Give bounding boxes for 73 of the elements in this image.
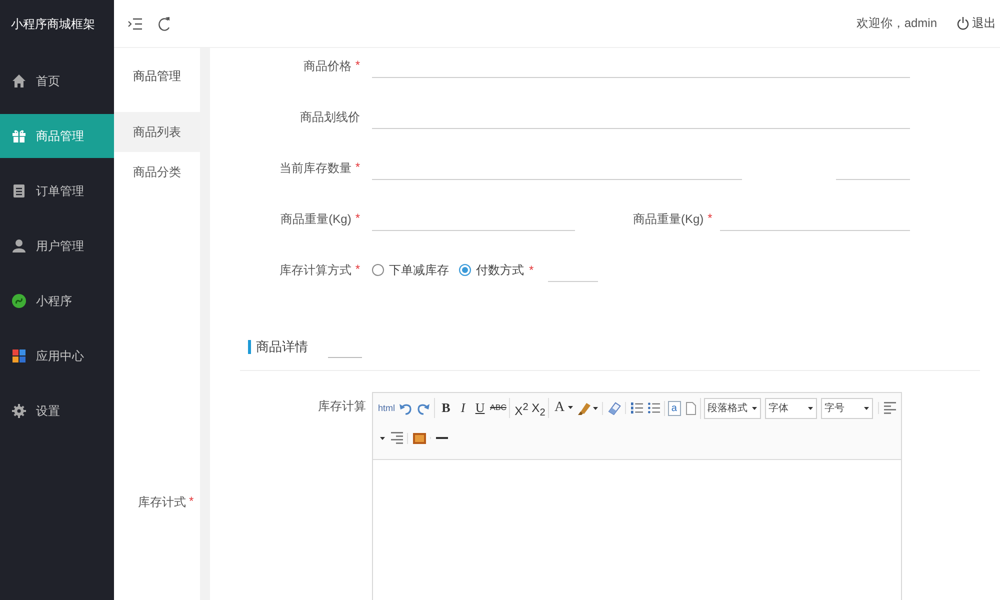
undo-icon[interactable] (399, 402, 412, 414)
section-marker-icon (248, 340, 251, 354)
form-label: 商品价格 (303, 58, 352, 74)
required-mark: * (355, 262, 360, 278)
option-label: 付数方式 (476, 262, 524, 278)
radio-option[interactable]: 付数方式 * (459, 262, 534, 278)
radio-option[interactable]: 下单减库存 (372, 262, 449, 278)
power-icon (957, 17, 969, 30)
logo-text: 小程序商城框架 (10, 16, 96, 33)
user-icon (12, 239, 26, 253)
required-mark: * (355, 58, 360, 74)
italic-button[interactable]: I (455, 398, 472, 418)
marker-icon[interactable] (578, 402, 591, 414)
form-label: 商品重量(Kg) (633, 210, 704, 228)
form-label: 商品划线价 (300, 108, 360, 126)
clipboard-icon (12, 184, 26, 198)
form-label: 当前库存数量 (279, 160, 352, 176)
toolbar-dropdown[interactable]: 字体 (764, 398, 817, 418)
subnav-item[interactable]: 商品列表 (114, 112, 200, 152)
swirl-circle-icon (12, 294, 26, 308)
house-icon (12, 74, 26, 88)
required-mark: * (529, 263, 534, 277)
required-mark: * (355, 210, 360, 226)
align-left-icon[interactable] (884, 402, 896, 414)
required-mark: * (708, 210, 712, 226)
subscript-button[interactable]: X$_{2}$ (530, 398, 546, 418)
section-heading: 商品详情 (256, 338, 308, 356)
sidebar-item[interactable]: 设置 (0, 389, 114, 433)
welcome-text: 欢迎你，admin (856, 15, 937, 32)
required-mark: * (189, 494, 194, 510)
caret-icon[interactable] (380, 436, 385, 440)
underline-button[interactable]: U (472, 398, 488, 418)
image-icon[interactable] (413, 432, 426, 444)
bulleted-list-icon[interactable] (648, 402, 660, 414)
required-mark: * (355, 160, 360, 176)
app-grid-icon (12, 349, 26, 363)
sidebar-item[interactable]: 用户管理 (0, 224, 114, 268)
subnav-title: 商品管理 (132, 68, 182, 85)
toolbar-dropdown[interactable]: 段落格式 (704, 398, 761, 418)
document-icon[interactable] (686, 402, 696, 414)
menu-icon[interactable] (128, 18, 142, 30)
source-button[interactable]: html (377, 398, 396, 418)
sidebar-item[interactable]: 小程序 (0, 279, 114, 323)
align-right-icon[interactable] (391, 432, 403, 444)
radio-button[interactable] (372, 264, 384, 276)
numbered-list-icon[interactable] (630, 402, 643, 414)
logout-link[interactable]: 退出 (957, 15, 996, 32)
sidebar-item[interactable]: 订单管理 (0, 169, 114, 213)
settings-icon (12, 404, 26, 418)
bold-button[interactable]: B (438, 398, 454, 418)
option-label: 下单减库存 (389, 262, 449, 278)
form-label: 商品重量(Kg) (280, 210, 352, 228)
caret-icon (752, 406, 757, 410)
refresh-icon[interactable] (158, 16, 170, 30)
toolbar-dropdown[interactable]: 字号 (820, 398, 873, 418)
caret-icon[interactable] (568, 406, 573, 410)
form-label: 库存计式 (138, 494, 186, 511)
superscript-button[interactable]: X$^{2}$ (513, 398, 530, 418)
form-label: 库存计算 (318, 399, 366, 413)
caret-icon (808, 406, 813, 410)
subnav-item[interactable]: 商品分类 (114, 152, 200, 192)
caret-icon (864, 406, 869, 410)
anchor-button[interactable]: a (668, 400, 681, 416)
strikethrough-button[interactable]: ABC (489, 398, 508, 418)
eraser-icon[interactable] (608, 402, 621, 414)
sidebar-item[interactable]: 应用中心 (0, 334, 114, 378)
redo-icon[interactable] (417, 402, 430, 414)
sidebar-item[interactable]: 首页 (0, 59, 114, 103)
font-color-button[interactable]: A (552, 398, 575, 418)
gift-icon (12, 129, 26, 143)
form-label: 库存计算方式 (279, 262, 352, 278)
caret-icon[interactable] (592, 406, 598, 410)
radio-button[interactable] (459, 264, 471, 276)
